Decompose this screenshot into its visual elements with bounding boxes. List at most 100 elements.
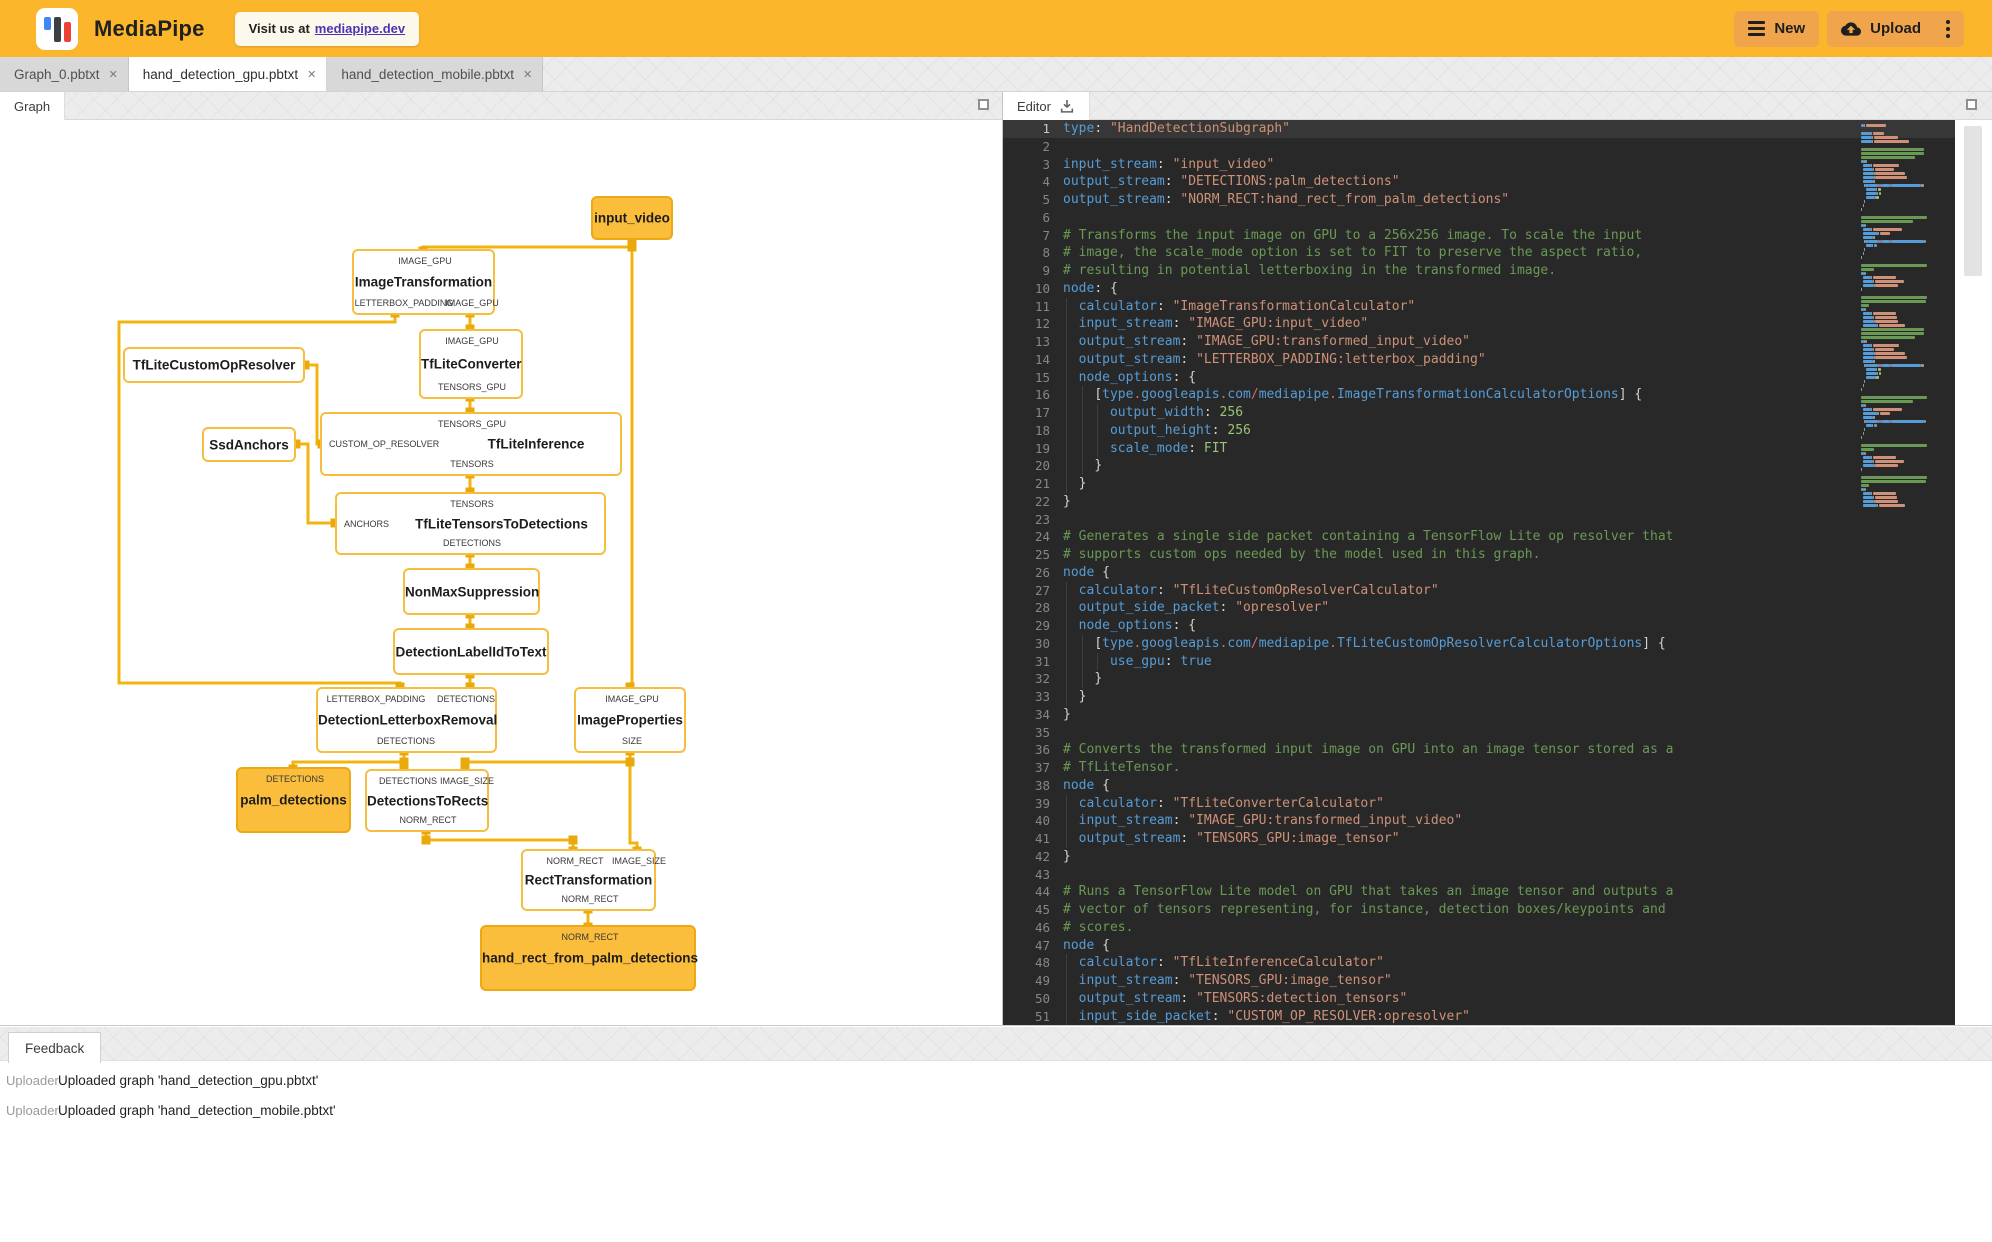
port-label: DETECTIONS bbox=[378, 776, 438, 786]
code-editor[interactable]: 1 type: "HandDetectionSubgraph" 2 3 input_st… bbox=[1003, 120, 1955, 1025]
tab-close-icon[interactable]: ✕ bbox=[307, 68, 316, 81]
code-line[interactable]: 34} bbox=[1003, 706, 1955, 724]
graph-node-input_video[interactable]: input_video bbox=[591, 196, 673, 240]
graph-node-TfLiteConverter[interactable]: TfLiteConverter IMAGE_GPU TENSORS_GPU bbox=[419, 329, 523, 399]
code-line[interactable]: 36 # Converts the transformed input image… bbox=[1003, 741, 1955, 759]
file-tab[interactable]: hand_detection_gpu.pbtxt ✕ bbox=[128, 57, 328, 91]
scrollbar-thumb[interactable] bbox=[1964, 126, 1982, 276]
code-line[interactable]: 2 bbox=[1003, 138, 1955, 156]
code-line[interactable]: 42} bbox=[1003, 848, 1955, 866]
code-line[interactable]: 25 # supports custom ops needed by the mo… bbox=[1003, 546, 1955, 564]
graph-node-palm_detections[interactable]: palm_detections DETECTIONS bbox=[236, 767, 351, 833]
code-line[interactable]: 49 input_stream: "TENSORS_GPU:image_tens… bbox=[1003, 972, 1955, 990]
code-line[interactable]: 7 # Transforms the input image on GPU to … bbox=[1003, 227, 1955, 245]
code-line[interactable]: 45 # vector of tensors representing, for … bbox=[1003, 901, 1955, 919]
graph-node-TfLiteCustomOpResolver[interactable]: TfLiteCustomOpResolver bbox=[123, 347, 305, 383]
file-tab[interactable]: Graph_0.pbtxt ✕ bbox=[0, 57, 129, 91]
line-number: 47 bbox=[1034, 937, 1050, 953]
graph-node-RectTransformation[interactable]: RectTransformation NORM_RECT IMAGE_SIZE NOR… bbox=[521, 849, 666, 911]
code-line[interactable]: 31 use_gpu: true bbox=[1003, 652, 1955, 671]
line-number: 2 bbox=[1042, 138, 1050, 154]
scrollbar-track[interactable] bbox=[1955, 120, 1992, 1025]
line-number: 21 bbox=[1034, 476, 1050, 491]
code-line[interactable]: 43 bbox=[1003, 866, 1955, 884]
code-line[interactable]: 41 output_stream: "TENSORS_GPU:image_ten… bbox=[1003, 830, 1955, 848]
tab-close-icon[interactable]: ✕ bbox=[109, 68, 118, 81]
graph-node-DetectionsToRects[interactable]: DetectionsToRects DETECTIONS IMAGE_SIZE NOR… bbox=[365, 769, 494, 832]
editor-popout-icon[interactable] bbox=[1966, 99, 1977, 110]
code-line[interactable]: 19 scale_mode: FIT bbox=[1003, 439, 1955, 458]
line-number: 42 bbox=[1034, 848, 1050, 864]
code-line[interactable]: 1 type: "HandDetectionSubgraph" bbox=[1003, 120, 1955, 138]
code-line[interactable]: 48 calculator: "TfLiteInferenceCalculato… bbox=[1003, 954, 1955, 972]
code-line[interactable]: 32 } bbox=[1003, 670, 1955, 688]
new-button[interactable]: New bbox=[1734, 10, 1820, 47]
graph-node-ImageTransformation[interactable]: ImageTransformation IMAGE_GPU LETTERBOX_PA… bbox=[352, 249, 499, 315]
graph-node-ImageProperties[interactable]: ImageProperties IMAGE_GPU SIZE bbox=[574, 687, 686, 753]
code-line[interactable]: 20 } bbox=[1003, 457, 1955, 475]
line-number: 13 bbox=[1034, 334, 1050, 349]
code-line[interactable]: 18 output_height: 256 bbox=[1003, 421, 1955, 440]
code-line[interactable]: 16 [type.googleapis.com/mediapipe.ImageT… bbox=[1003, 386, 1955, 404]
code-line[interactable]: 3 input_stream: "input_video" bbox=[1003, 156, 1955, 174]
code-line[interactable]: 9 # resulting in potential letterboxing i… bbox=[1003, 262, 1955, 280]
code-line[interactable]: 51 input_side_packet: "CUSTOM_OP_RESOLVE… bbox=[1003, 1007, 1955, 1025]
editor-tab[interactable]: Editor bbox=[1003, 92, 1090, 120]
code-line[interactable]: 10 node: { bbox=[1003, 280, 1955, 298]
code-line[interactable]: 33 } bbox=[1003, 688, 1955, 706]
code-line[interactable]: 26 node { bbox=[1003, 564, 1955, 582]
code-text: use_gpu: true bbox=[1109, 653, 1212, 669]
code-line[interactable]: 17 output_width: 256 bbox=[1003, 404, 1955, 422]
graph-canvas[interactable]: input_video ImageTransformation IMAGE_GPU L… bbox=[0, 120, 1003, 1025]
download-icon[interactable] bbox=[1059, 98, 1075, 114]
code-line[interactable]: 6 bbox=[1003, 209, 1955, 227]
feedback-row: Uploader Uploaded graph 'hand_detection_g… bbox=[0, 1066, 1992, 1096]
code-line[interactable]: 8 # image, the scale_mode option is set t… bbox=[1003, 244, 1955, 262]
code-line[interactable]: 14 output_stream: "LETTERBOX_PADDING:let… bbox=[1003, 350, 1955, 369]
graph-node-TfLiteInference[interactable]: TfLiteInference TENSORS_GPU TENSORS CUSTOM_… bbox=[320, 412, 622, 476]
code-line[interactable]: 28 output_side_packet: "opresolver" bbox=[1003, 599, 1955, 617]
graph-tab-label: Graph bbox=[14, 98, 51, 114]
graph-node-DetectionLabelIdToText[interactable]: DetectionLabelIdToText bbox=[393, 628, 549, 675]
kebab-menu-icon[interactable] bbox=[1940, 19, 1950, 38]
graph-popout-icon[interactable] bbox=[978, 99, 989, 110]
port-label: DETECTIONS bbox=[265, 774, 325, 784]
code-line[interactable]: 23 bbox=[1003, 511, 1955, 529]
code-text: node_options: { bbox=[1078, 369, 1197, 385]
code-line[interactable]: 5 output_stream: "NORM_RECT:hand_rect_fro… bbox=[1003, 191, 1955, 209]
graph-node-DetectionLetterboxRemoval[interactable]: DetectionLetterboxRemoval LETTERBOX_PADDI… bbox=[316, 687, 497, 753]
code-line[interactable]: 50 output_stream: "TENSORS:detection_ten… bbox=[1003, 989, 1955, 1008]
tab-close-icon[interactable]: ✕ bbox=[523, 68, 532, 81]
code-line[interactable]: 4 output_stream: "DETECTIONS:palm_detecti… bbox=[1003, 173, 1955, 191]
graph-node-hand_rect_from_palm_detections[interactable]: hand_rect_from_palm_detections NORM_RECT bbox=[480, 925, 698, 991]
code-line[interactable]: 39 calculator: "TfLiteConverterCalculato… bbox=[1003, 794, 1955, 813]
code-line[interactable]: 21 } bbox=[1003, 475, 1955, 493]
code-line[interactable]: 38 node { bbox=[1003, 777, 1955, 795]
code-line[interactable]: 15 node_options: { bbox=[1003, 368, 1955, 387]
code-line[interactable]: 37 # TfLiteTensor. bbox=[1003, 759, 1955, 777]
code-text: output_stream: "IMAGE_GPU:transformed_in… bbox=[1078, 334, 1470, 349]
code-line[interactable]: 27 calculator: "TfLiteCustomOpResolverCa… bbox=[1003, 581, 1955, 600]
file-tab[interactable]: hand_detection_mobile.pbtxt ✕ bbox=[327, 57, 544, 91]
code-line[interactable]: 12 input_stream: "IMAGE_GPU:input_video" bbox=[1003, 315, 1955, 333]
graph-node-NonMaxSuppression[interactable]: NonMaxSuppression bbox=[403, 568, 540, 615]
code-line[interactable]: 24 # Generates a single side packet conta… bbox=[1003, 528, 1955, 546]
port-label: DETECTIONS bbox=[376, 736, 436, 746]
code-line[interactable]: 46 # scores. bbox=[1003, 919, 1955, 937]
graph-node-TfLiteTensorsToDetections[interactable]: TfLiteTensorsToDetections TENSORS DETECTIO… bbox=[335, 492, 606, 555]
code-line[interactable]: 35 bbox=[1003, 724, 1955, 742]
code-line[interactable]: 29 node_options: { bbox=[1003, 617, 1955, 635]
code-line[interactable]: 40 input_stream: "IMAGE_GPU:transformed_… bbox=[1003, 812, 1955, 830]
visit-link[interactable]: mediapipe.dev bbox=[315, 21, 405, 36]
code-line[interactable]: 44 # Runs a TensorFlow Lite model on GPU … bbox=[1003, 883, 1955, 901]
code-line[interactable]: 22} bbox=[1003, 493, 1955, 511]
code-line[interactable]: 11 calculator: "ImageTransformationCalcu… bbox=[1003, 297, 1955, 316]
graph-tab[interactable]: Graph bbox=[0, 92, 66, 120]
upload-button[interactable]: Upload bbox=[1827, 10, 1964, 47]
code-line[interactable]: 13 output_stream: "IMAGE_GPU:transformed… bbox=[1003, 333, 1955, 351]
code-line[interactable]: 47 node { bbox=[1003, 937, 1955, 955]
minimap[interactable] bbox=[1861, 123, 1947, 507]
code-line[interactable]: 30 [type.googleapis.com/mediapipe.TfLite… bbox=[1003, 634, 1955, 653]
feedback-tab[interactable]: Feedback bbox=[8, 1032, 102, 1063]
graph-node-SsdAnchors[interactable]: SsdAnchors bbox=[202, 427, 296, 462]
